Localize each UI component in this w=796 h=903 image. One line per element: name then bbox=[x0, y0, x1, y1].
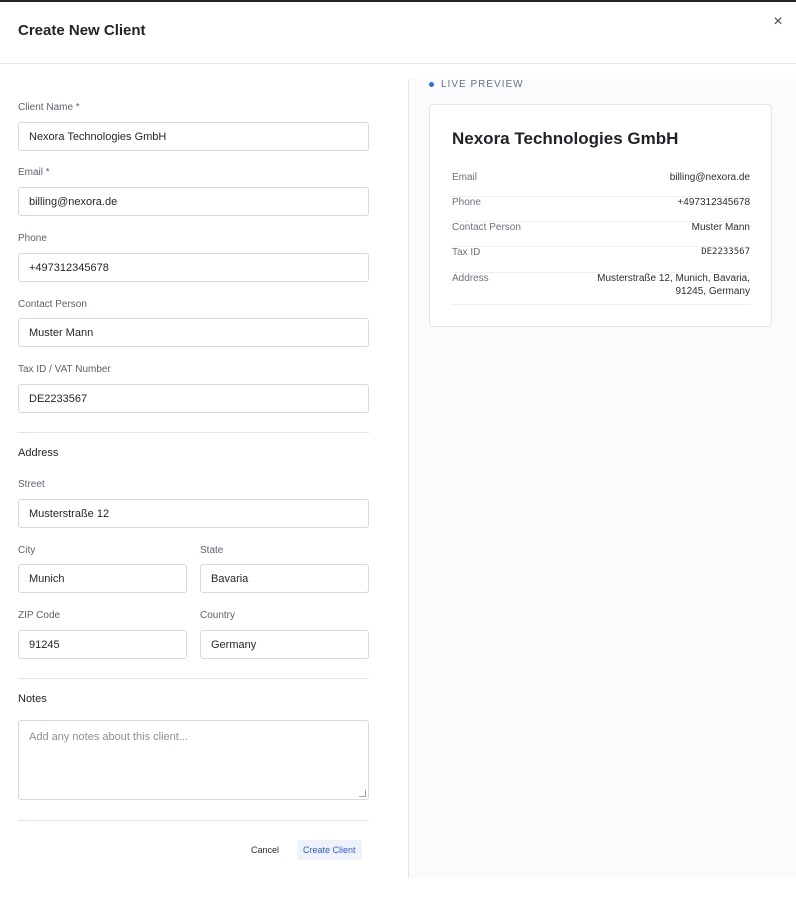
notes-textarea[interactable]: Add any notes about this client... bbox=[18, 720, 369, 800]
preview-value: +497312345678 bbox=[677, 197, 750, 208]
email-label: Email * bbox=[18, 167, 50, 178]
preview-key: Tax ID bbox=[452, 247, 481, 258]
preview-key: Phone bbox=[452, 197, 481, 208]
client-name-input[interactable]: Nexora Technologies GmbH bbox=[18, 122, 369, 151]
resize-grip-icon[interactable] bbox=[359, 790, 366, 797]
divider bbox=[18, 678, 369, 679]
street-input[interactable]: Musterstraße 12 bbox=[18, 499, 369, 528]
live-preview-panel: LIVE PREVIEW Nexora Technologies GmbH Em… bbox=[408, 79, 796, 878]
create-client-modal: Create New Client × Client Name * Nexora… bbox=[0, 0, 796, 903]
contact-person-label: Contact Person bbox=[18, 299, 87, 310]
city-label: City bbox=[18, 545, 36, 556]
preview-key: Email bbox=[452, 172, 478, 183]
divider bbox=[18, 432, 369, 433]
preview-client-name: Nexora Technologies GmbH bbox=[452, 129, 679, 148]
contact-person-input[interactable]: Muster Mann bbox=[18, 318, 369, 347]
preview-row-tax-id: Tax ID DE2233567 bbox=[452, 247, 750, 273]
country-input[interactable]: Germany bbox=[200, 630, 369, 659]
client-preview-card: Nexora Technologies GmbH Email billing@n… bbox=[429, 104, 772, 327]
status-dot-icon bbox=[429, 82, 434, 87]
create-client-button[interactable]: Create Client bbox=[297, 840, 362, 860]
city-input[interactable]: Munich bbox=[18, 564, 187, 593]
preview-row-address: Address Musterstraße 12, Munich, Bavaria… bbox=[452, 273, 750, 305]
state-label: State bbox=[200, 545, 224, 556]
client-name-label: Client Name * bbox=[18, 102, 80, 113]
preview-key: Address bbox=[452, 273, 489, 284]
live-preview-label: LIVE PREVIEW bbox=[429, 79, 524, 90]
address-section-title: Address bbox=[18, 447, 59, 459]
zip-input[interactable]: 91245 bbox=[18, 630, 187, 659]
preview-key: Contact Person bbox=[452, 222, 521, 233]
divider bbox=[18, 820, 369, 821]
email-input[interactable]: billing@nexora.de bbox=[18, 187, 369, 216]
modal-header: Create New Client × bbox=[0, 2, 796, 64]
notes-placeholder: Add any notes about this client... bbox=[29, 731, 188, 743]
preview-row-contact: Contact Person Muster Mann bbox=[452, 222, 750, 247]
state-input[interactable]: Bavaria bbox=[200, 564, 369, 593]
preview-value: Musterstraße 12, Munich, Bavaria, 91245,… bbox=[597, 273, 750, 297]
preview-row-phone: Phone +497312345678 bbox=[452, 197, 750, 222]
cancel-button[interactable]: Cancel bbox=[251, 841, 279, 859]
phone-label: Phone bbox=[18, 233, 47, 244]
close-icon: × bbox=[773, 13, 783, 30]
preview-address-line: Musterstraße 12, Munich, Bavaria, bbox=[597, 273, 750, 284]
preview-address-line: 91245, Germany bbox=[675, 286, 751, 297]
live-preview-text: LIVE PREVIEW bbox=[441, 79, 524, 90]
tax-id-input[interactable]: DE2233567 bbox=[18, 384, 369, 413]
preview-row-email: Email billing@nexora.de bbox=[452, 172, 750, 197]
tax-id-label: Tax ID / VAT Number bbox=[18, 364, 111, 375]
country-label: Country bbox=[200, 610, 236, 621]
preview-value: DE2233567 bbox=[701, 247, 750, 257]
street-label: Street bbox=[18, 479, 45, 490]
modal-title: Create New Client bbox=[18, 22, 146, 39]
close-button[interactable]: × bbox=[768, 12, 788, 32]
notes-section-title: Notes bbox=[18, 693, 47, 705]
phone-input[interactable]: +497312345678 bbox=[18, 253, 369, 282]
preview-value: Muster Mann bbox=[691, 222, 750, 233]
preview-value: billing@nexora.de bbox=[669, 172, 750, 183]
zip-label: ZIP Code bbox=[18, 610, 61, 621]
